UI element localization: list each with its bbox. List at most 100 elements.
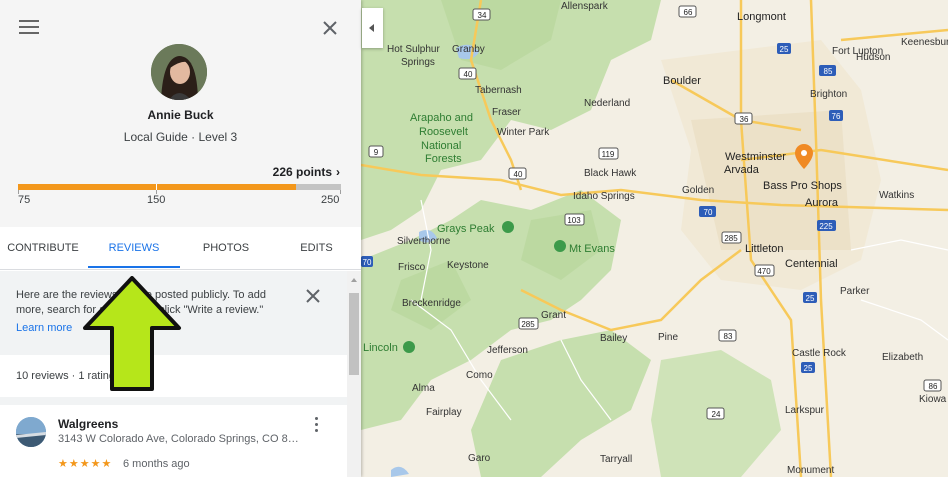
more-options-icon[interactable] (311, 417, 321, 435)
review-place-address: 3143 W Colorado Ave, Colorado Springs, C… (58, 433, 299, 445)
shield-label: 40 (464, 70, 473, 79)
tab-bar: CONTRIBUTE REVIEWS PHOTOS EDITS (0, 227, 361, 270)
map-label: Larkspur (785, 405, 825, 416)
map-label: Bass Pro Shops (763, 180, 842, 192)
map-label: Aurora (805, 197, 839, 209)
progress-label-end: 250 (321, 194, 340, 206)
active-tab-indicator (88, 266, 180, 268)
chevron-right-icon: › (336, 165, 340, 179)
map-label: Jefferson (487, 345, 528, 356)
map-label: Winter Park (497, 127, 550, 138)
map-label: Idaho Springs (573, 191, 635, 202)
map-label: Silverthorne (397, 236, 451, 247)
map-label: Longmont (737, 11, 786, 23)
progress-label-start: 75 (18, 194, 31, 206)
shield-label: 85 (824, 67, 833, 76)
local-guide-level: Local Guide · Level 3 (123, 130, 238, 144)
peak-marker-icon (502, 221, 514, 233)
scrollbar-thumb[interactable] (349, 293, 359, 375)
shield-label: 470 (757, 267, 771, 276)
profile-panel: Annie Buck Local Guide · Level 3 226 poi… (0, 0, 361, 477)
tab-contribute[interactable]: CONTRIBUTE (0, 227, 86, 270)
points-link[interactable]: 226 points › (273, 165, 340, 179)
section-divider (0, 397, 347, 405)
map-label: Centennial (785, 258, 838, 270)
map-label: Arapaho and (410, 112, 473, 124)
map-label: Mt Evans (569, 243, 615, 255)
shield-label: 119 (602, 150, 615, 159)
progress-label-mid: 150 (147, 194, 166, 206)
progress-mark (340, 190, 341, 194)
map-label: Nederland (584, 98, 630, 109)
map-label: Black Hawk (584, 168, 637, 179)
collapse-panel-button[interactable] (362, 8, 383, 48)
tab-edits[interactable]: EDITS (272, 227, 361, 270)
profile-name: Annie Buck (147, 108, 214, 122)
map-label: Granby (452, 44, 485, 55)
map-label: Castle Rock (792, 348, 847, 359)
points-value: 226 points (272, 165, 332, 179)
shield-label: 285 (724, 234, 738, 243)
map-label: Fraser (492, 107, 522, 118)
shield-label: 34 (478, 11, 487, 20)
map-label: Fairplay (426, 407, 462, 418)
points-progress-bar (18, 184, 341, 190)
shield-label: 25 (806, 294, 815, 303)
map-label: Monument (787, 465, 834, 476)
map-label: Lincoln (363, 342, 398, 354)
scroll-up-icon[interactable] (351, 278, 357, 282)
shield-label: 70 (704, 208, 713, 217)
map-label: National (421, 140, 461, 152)
map-label: Littleton (745, 243, 784, 255)
map-label: Parker (840, 286, 870, 297)
avatar[interactable] (151, 44, 207, 100)
shield-label: 86 (929, 382, 938, 391)
annotation-arrow (83, 276, 181, 391)
map-label: Hot Sulphur (387, 44, 440, 55)
map-label: Hudson (856, 52, 890, 63)
progress-fill (18, 184, 297, 190)
map-label: Elizabeth (882, 352, 923, 363)
map-label: Brighton (810, 89, 847, 100)
notice-close-icon[interactable] (305, 288, 321, 304)
map-label: Boulder (663, 75, 701, 87)
review-place-name[interactable]: Walgreens (58, 417, 118, 431)
shield-label: 285 (521, 320, 535, 329)
map-label: Frisco (398, 262, 426, 273)
map-label: Keenesburg (901, 37, 948, 48)
map-label: Arvada (724, 164, 760, 176)
review-time: 6 months ago (123, 458, 190, 470)
panel-scrollbar[interactable] (347, 271, 361, 477)
shield-label: 36 (740, 115, 749, 124)
map-canvas[interactable]: 34 66 25 40 85 76 9 36 119 40 70 70 103 … (361, 0, 948, 477)
close-icon[interactable] (320, 18, 340, 38)
map-label: Springs (401, 57, 435, 68)
map-label: Keystone (447, 260, 489, 271)
map-view[interactable]: 34 66 25 40 85 76 9 36 119 40 70 70 103 … (361, 0, 948, 477)
peak-marker-icon (554, 240, 566, 252)
map-label: Grant (541, 310, 566, 321)
shield-label: 225 (819, 222, 833, 231)
peak-marker-icon (403, 341, 415, 353)
learn-more-link[interactable]: Learn more (16, 322, 72, 334)
shield-label: 24 (712, 410, 721, 419)
map-label: Allenspark (561, 1, 609, 12)
map-label: Forests (425, 153, 462, 165)
shield-label: 25 (780, 45, 789, 54)
tab-photos[interactable]: PHOTOS (180, 227, 272, 270)
shield-label: 9 (374, 148, 379, 157)
map-label: Bailey (600, 333, 627, 344)
map-label: Como (466, 370, 493, 381)
tab-reviews[interactable]: REVIEWS (88, 227, 180, 270)
map-label: Roosevelt (419, 126, 468, 138)
review-item[interactable]: Walgreens 3143 W Colorado Ave, Colorado … (0, 405, 347, 477)
shield-label: 25 (804, 364, 813, 373)
map-label: Tarryall (600, 454, 632, 465)
map-label: Kiowa (919, 394, 947, 405)
map-label: Grays Peak (437, 223, 495, 235)
map-label: Garo (468, 453, 491, 464)
map-label: Pine (658, 332, 678, 343)
menu-icon[interactable] (19, 20, 39, 36)
map-label: Alma (412, 383, 435, 394)
place-photo (16, 417, 46, 447)
